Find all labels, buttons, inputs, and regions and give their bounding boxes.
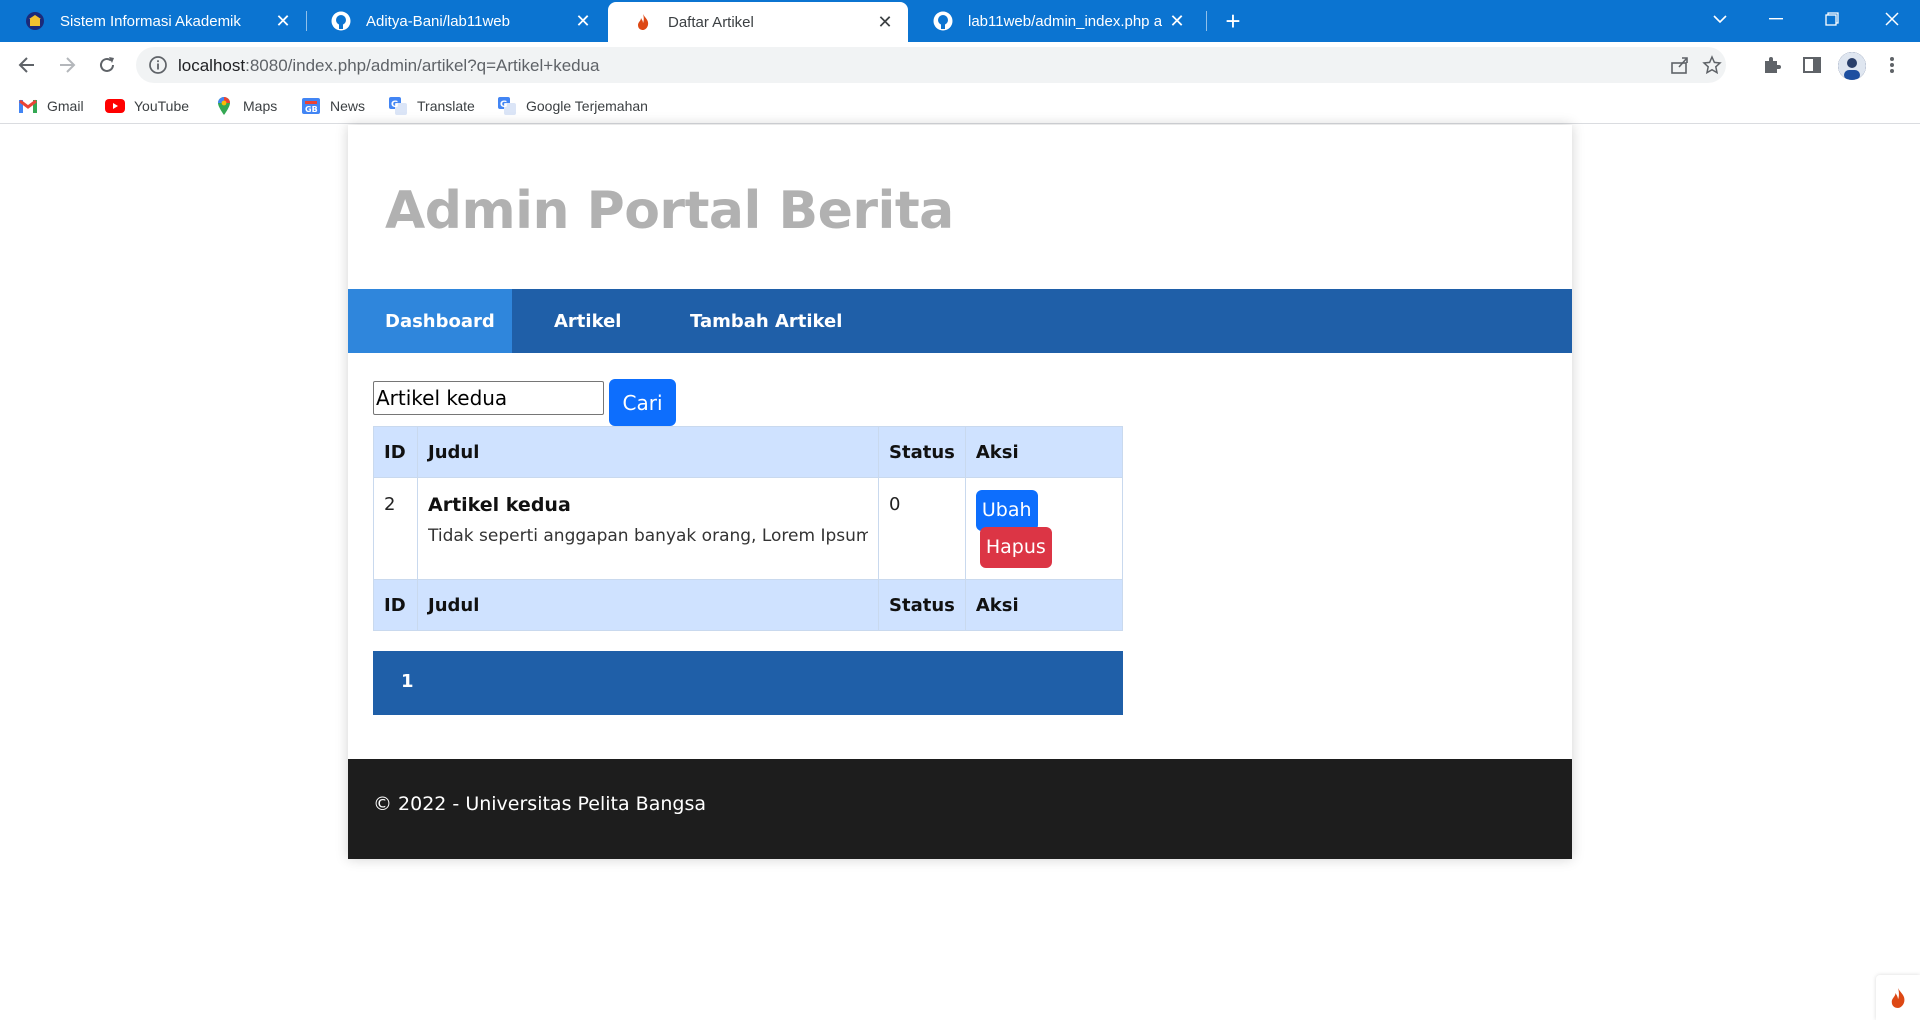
column-header-id: ID xyxy=(373,426,418,478)
table-header-row: ID Judul Status Aksi xyxy=(373,426,1124,478)
bookmark-star-icon[interactable] xyxy=(1700,53,1724,77)
article-excerpt: Tidak seperti anggapan banyak orang, Lor… xyxy=(428,526,868,546)
footer-header-status: Status xyxy=(878,579,966,631)
page-link-1[interactable]: 1 xyxy=(401,671,414,692)
article-title: Artikel kedua xyxy=(428,494,571,516)
footer-header-aksi: Aksi xyxy=(964,579,1124,631)
tab-sistem-informasi-akademik[interactable]: Sistem Informasi Akademik ✕ xyxy=(0,0,306,42)
address-bar[interactable]: localhost:8080/index.php/admin/artikel?q… xyxy=(136,47,1726,83)
side-panel-icon[interactable] xyxy=(1798,51,1826,79)
search-button[interactable]: Cari xyxy=(609,379,676,426)
browser-toolbar: localhost:8080/index.php/admin/artikel?q… xyxy=(0,42,1920,88)
url-text: localhost:8080/index.php/admin/artikel?q… xyxy=(178,56,600,76)
bookmark-youtube[interactable]: YouTube xyxy=(105,94,189,118)
tab-separator xyxy=(1206,11,1207,31)
reload-icon[interactable] xyxy=(91,49,123,81)
tab-daftar-artikel[interactable]: Daftar Artikel ✕ xyxy=(608,2,908,42)
bookmark-label: Gmail xyxy=(47,98,84,114)
bookmark-label: Maps xyxy=(243,98,278,114)
pagination: 1 xyxy=(373,651,1123,715)
column-header-aksi: Aksi xyxy=(964,426,1124,478)
cell-id: 2 xyxy=(373,477,418,580)
main-nav: Dashboard Artikel Tambah Artikel xyxy=(348,289,1572,353)
table-footer-row: ID Judul Status Aksi xyxy=(373,579,1124,631)
footer-header-judul: Judul xyxy=(417,579,879,631)
extensions-puzzle-icon[interactable] xyxy=(1758,51,1786,79)
github-icon xyxy=(330,10,352,32)
cell-status: 0 xyxy=(878,477,966,580)
minimize-icon[interactable] xyxy=(1748,0,1804,38)
kebab-menu-icon[interactable] xyxy=(1878,51,1906,79)
back-arrow-icon[interactable] xyxy=(11,49,43,81)
nav-artikel[interactable]: Artikel xyxy=(554,289,621,353)
cell-aksi: UbahHapus xyxy=(964,477,1124,580)
url-host: localhost xyxy=(178,56,246,75)
bookmark-google-terjemahan[interactable]: G Google Terjemahan xyxy=(497,94,648,118)
close-icon[interactable]: ✕ xyxy=(1162,6,1192,36)
forward-arrow-icon[interactable] xyxy=(51,49,83,81)
news-icon: GB xyxy=(301,96,321,116)
bookmark-label: Google Terjemahan xyxy=(526,98,648,114)
close-icon[interactable]: ✕ xyxy=(268,6,298,36)
close-icon[interactable]: ✕ xyxy=(870,7,900,37)
browser-tab-strip: Sistem Informasi Akademik ✕ Aditya-Bani/… xyxy=(0,0,1920,42)
tab-title: Sistem Informasi Akademik xyxy=(60,12,241,30)
svg-text:G: G xyxy=(500,100,507,110)
svg-text:GB: GB xyxy=(305,105,318,114)
tab-title: Daftar Artikel xyxy=(668,13,754,31)
gmail-icon xyxy=(18,96,38,116)
restore-icon[interactable] xyxy=(1804,0,1860,38)
bookmark-gmail[interactable]: Gmail xyxy=(18,94,84,118)
nav-dashboard[interactable]: Dashboard xyxy=(348,289,512,353)
tab-title: lab11web/admin_index.php at m xyxy=(968,12,1162,30)
codeigniter-debug-toolbar-icon[interactable] xyxy=(1876,975,1920,1020)
column-header-status: Status xyxy=(878,426,966,478)
tab-search-chevron-icon[interactable] xyxy=(1692,0,1748,38)
share-icon[interactable] xyxy=(1668,53,1692,77)
edit-button[interactable]: Ubah xyxy=(975,490,1038,531)
profile-avatar[interactable] xyxy=(1838,52,1866,80)
new-tab-button[interactable]: + xyxy=(1218,0,1248,42)
window-close-icon[interactable] xyxy=(1864,0,1920,38)
column-header-judul: Judul xyxy=(417,426,879,478)
nav-tambah-artikel[interactable]: Tambah Artikel xyxy=(690,289,842,353)
svg-text:G: G xyxy=(391,100,398,110)
footer-copyright: © 2022 - Universitas Pelita Bangsa xyxy=(373,793,706,815)
close-icon[interactable]: ✕ xyxy=(568,6,598,36)
cell-judul: Artikel kedua Tidak seperti anggapan ban… xyxy=(417,477,879,580)
github-icon xyxy=(932,10,954,32)
maps-icon xyxy=(214,96,234,116)
page-title: Admin Portal Berita xyxy=(385,181,954,241)
url-path: :8080/index.php/admin/artikel?q=Artikel+… xyxy=(245,56,600,75)
tab-aditya-bani-lab11web[interactable]: Aditya-Bani/lab11web ✕ xyxy=(306,0,606,42)
bookmark-label: Translate xyxy=(417,98,475,114)
bookmark-label: YouTube xyxy=(134,98,190,114)
translate-icon: G xyxy=(497,96,517,116)
tab-admin-index-php[interactable]: lab11web/admin_index.php at m ✕ xyxy=(908,0,1200,42)
bookmark-translate[interactable]: G Translate xyxy=(388,94,475,118)
article-table: ID Judul Status Aksi 2 Artikel kedua Tid… xyxy=(373,426,1124,631)
bookmark-label: News xyxy=(330,98,366,114)
search-input[interactable] xyxy=(373,381,604,415)
page-viewport: Admin Portal Berita Dashboard Artikel Ta… xyxy=(0,125,1920,1020)
university-icon xyxy=(24,10,46,32)
bookmark-news[interactable]: GB News xyxy=(301,94,365,118)
codeigniter-flame-icon xyxy=(632,11,654,33)
bookmark-maps[interactable]: Maps xyxy=(214,94,277,118)
page-container: Admin Portal Berita Dashboard Artikel Ta… xyxy=(348,125,1572,859)
translate-icon: G xyxy=(388,96,408,116)
site-footer: © 2022 - Universitas Pelita Bangsa xyxy=(348,759,1572,859)
youtube-icon xyxy=(105,96,125,116)
table-row: 2 Artikel kedua Tidak seperti anggapan b… xyxy=(373,477,1124,580)
site-header: Admin Portal Berita xyxy=(348,125,1572,289)
delete-button[interactable]: Hapus xyxy=(979,527,1052,568)
bookmarks-bar: Gmail YouTube Maps GB News G Translate G… xyxy=(0,88,1920,124)
tab-title: Aditya-Bani/lab11web xyxy=(366,12,510,30)
site-info-icon[interactable] xyxy=(148,55,168,75)
footer-header-id: ID xyxy=(373,579,418,631)
